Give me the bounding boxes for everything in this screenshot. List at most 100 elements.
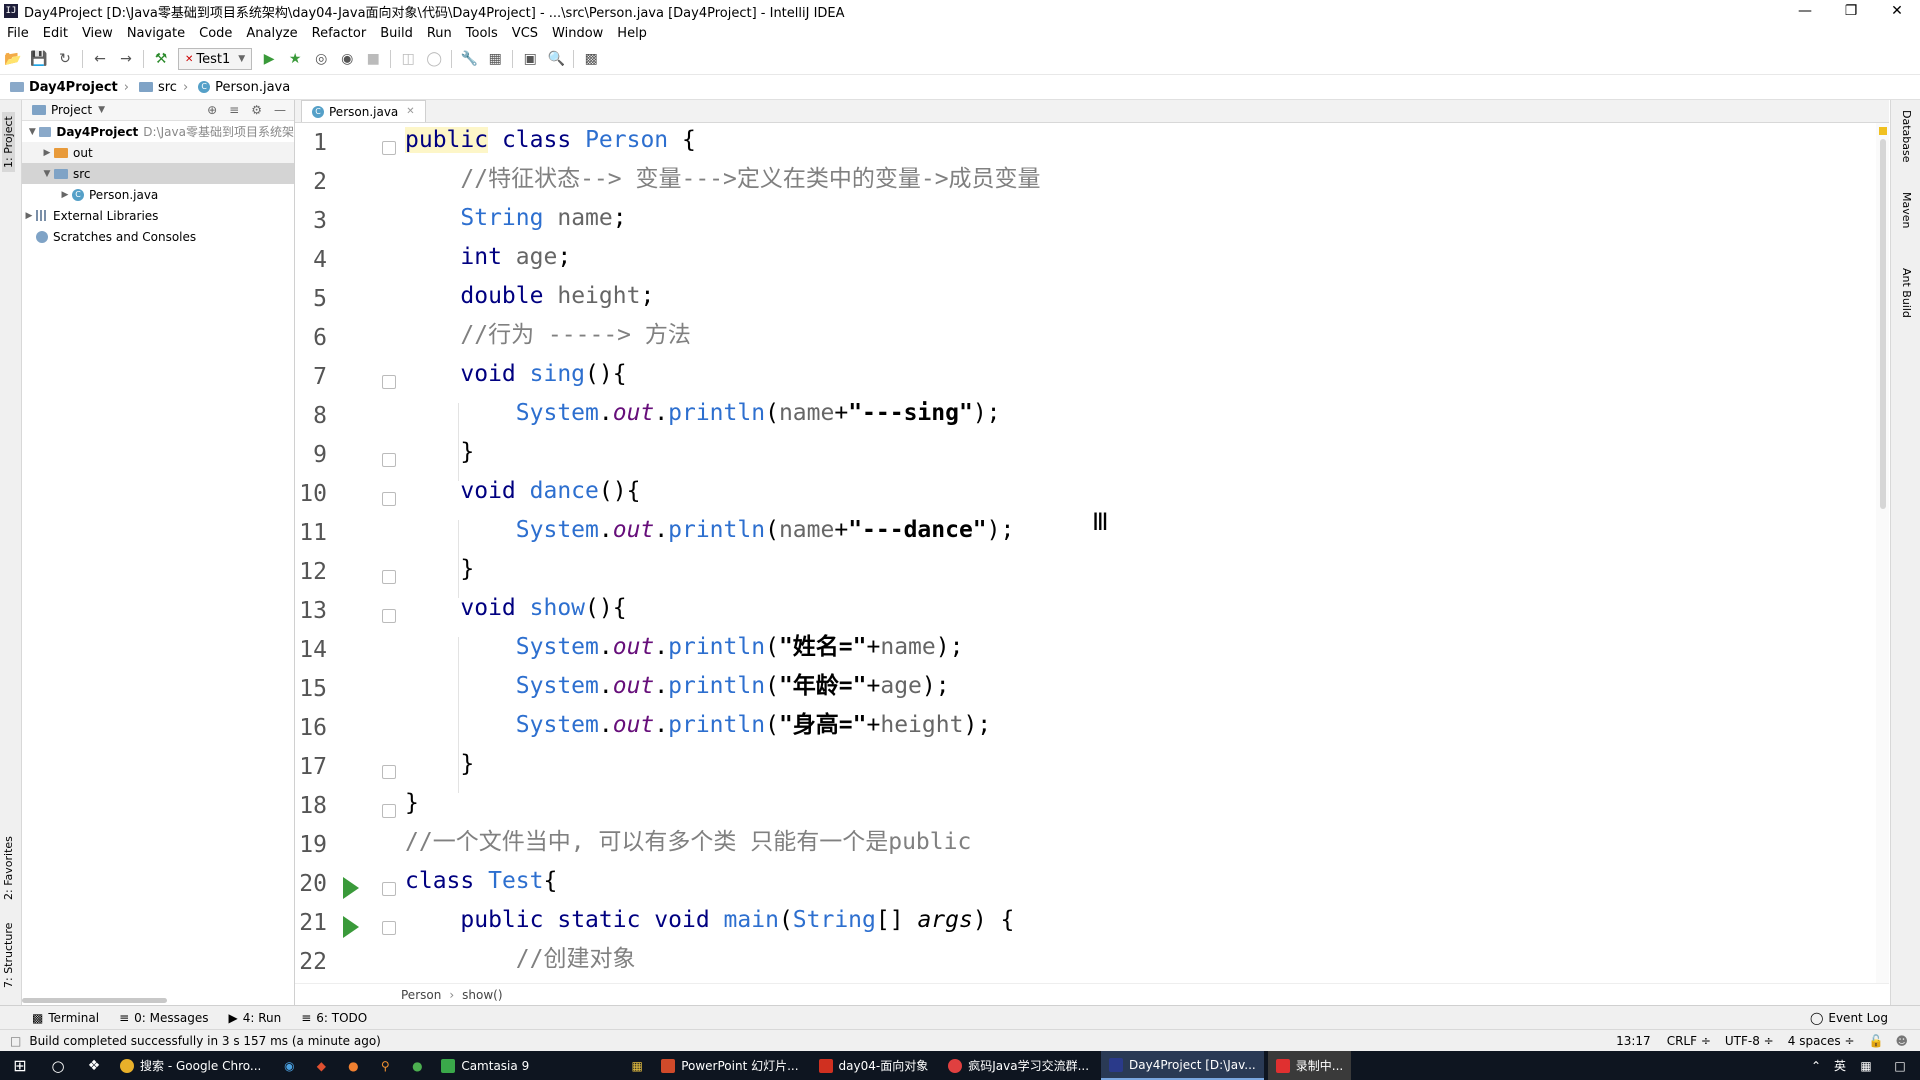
taskbar-recorder[interactable]: 录制中... [1267,1051,1352,1080]
status-toggle-icon[interactable]: □ [10,1034,21,1048]
code-line[interactable]: class Test{ [405,863,557,899]
collapsed-arrow-icon[interactable]: ▶ [22,211,36,221]
build-hammer-icon[interactable]: ⚒ [150,48,172,70]
taskbar-powerpoint[interactable]: PowerPoint 幻灯片... [653,1051,806,1080]
stop-icon[interactable]: ■ [362,48,384,70]
menu-view[interactable]: View [75,26,120,41]
forward-arrow-icon[interactable]: → [115,48,137,70]
ant-build-tool-button[interactable]: Ant Build [1900,268,1913,318]
task-view-icon[interactable]: ❖ [76,1058,112,1074]
firefox-icon[interactable]: ● [337,1059,369,1073]
expanded-arrow-icon[interactable]: ▼ [40,169,54,179]
line-number[interactable]: 9 [295,442,327,468]
project-view-select[interactable]: Project [51,103,92,117]
open-folder-icon[interactable]: 📂 [2,48,24,70]
notification-icon[interactable]: □ [1880,1059,1920,1073]
taskbar-intellij[interactable]: Day4Project [D:\Jav... [1101,1051,1264,1080]
restore-button[interactable]: ❐ [1828,0,1874,22]
code-line[interactable]: void dance(){ [405,473,640,509]
taskbar-camtasia[interactable]: Camtasia 9 [433,1051,537,1080]
line-number[interactable]: 1 [295,130,327,156]
caret-position[interactable]: 13:17 [1616,1034,1651,1048]
coverage-icon[interactable]: ◎ [310,48,332,70]
locate-file-icon[interactable]: ⊕ [207,103,217,117]
menu-code[interactable]: Code [192,26,239,41]
line-number[interactable]: 10 [295,481,327,507]
line-number[interactable]: 6 [295,325,327,351]
back-arrow-icon[interactable]: ← [89,48,111,70]
tray-chevron-icon[interactable]: ⌃ [1804,1059,1828,1073]
code-line[interactable]: } [405,551,474,587]
favorites-tool-button[interactable]: 2: Favorites [2,836,15,900]
nav-file[interactable]: C Person.java [198,80,290,95]
line-number[interactable]: 15 [295,676,327,702]
fold-marker-icon[interactable] [382,570,396,584]
taskbar-qq-group[interactable]: 疯码Java学习交流群... [940,1051,1097,1080]
menu-navigate[interactable]: Navigate [120,26,192,41]
fold-marker-icon[interactable] [382,141,396,155]
line-number[interactable]: 11 [295,520,327,546]
fold-marker-icon[interactable] [382,375,396,389]
menu-build[interactable]: Build [373,26,420,41]
fold-marker-icon[interactable] [382,804,396,818]
line-number[interactable]: 21 [295,910,327,936]
menu-refactor[interactable]: Refactor [305,26,374,41]
vcs-icon[interactable]: ◯ [423,48,445,70]
line-number[interactable]: 8 [295,403,327,429]
hide-panel-icon[interactable]: — [274,103,286,117]
profile-icon[interactable]: ◉ [336,48,358,70]
messages-tool-button[interactable]: ≡ 0: Messages [119,1011,208,1025]
search-icon[interactable]: 🔍 [545,48,567,70]
line-number[interactable]: 18 [295,793,327,819]
minimize-button[interactable]: — [1782,0,1828,22]
project-tool-button[interactable]: 1: Project [2,112,15,172]
run-gutter-icon[interactable] [343,916,359,938]
fold-marker-icon[interactable] [382,765,396,779]
lock-icon[interactable]: 🔓 [1869,1034,1884,1048]
line-number[interactable]: 19 [295,832,327,858]
run-icon[interactable]: ▶ [258,48,280,70]
structure-tool-button[interactable]: 7: Structure [2,923,15,988]
fold-marker-icon[interactable] [382,492,396,506]
horizontal-scrollbar[interactable] [22,998,167,1003]
app-red-icon[interactable]: ◆ [305,1059,337,1073]
code-line[interactable]: System.out.println(name+"---sing"); [405,395,1001,431]
search-app-icon[interactable]: ⚲ [369,1059,401,1073]
vertical-scrollbar-thumb[interactable] [1880,139,1886,509]
error-stripe[interactable] [1876,123,1889,983]
tree-item-external-libraries[interactable]: ▶ External Libraries [22,205,294,226]
menu-edit[interactable]: Edit [36,26,75,41]
code-line[interactable]: //行为 -----> 方法 [405,317,690,353]
code-line[interactable]: //特征状态--> 变量--->定义在类中的变量->成员变量 [405,161,1040,197]
code-line[interactable]: //一个文件当中, 可以有多个类 只能有一个是public [405,824,971,860]
code-line[interactable]: double height; [405,278,654,314]
line-number[interactable]: 20 [295,871,327,897]
event-log-button[interactable]: ◯ Event Log [1810,1011,1888,1025]
file-encoding[interactable]: UTF-8 ÷ [1725,1034,1774,1048]
fold-marker-icon[interactable] [382,921,396,935]
code-editor[interactable]: public class Person { //特征状态--> 变量--->定义… [405,123,1885,983]
breadcrumb-method[interactable]: show() [462,988,502,1002]
run-configuration-select[interactable]: ✕ Test1 ▼ [178,48,253,70]
chevron-down-icon[interactable]: ▼ [98,105,105,115]
code-line[interactable]: void sing(){ [405,356,626,392]
windows-start-icon[interactable]: ⊞ [0,1056,40,1075]
nav-src[interactable]: src [138,80,177,95]
expanded-arrow-icon[interactable]: ▼ [26,127,39,137]
status-message[interactable]: Build completed successfully in 3 s 157 … [29,1034,381,1048]
line-separator[interactable]: CRLF ÷ [1667,1034,1711,1048]
line-number[interactable]: 12 [295,559,327,585]
line-number[interactable]: 16 [295,715,327,741]
debug-icon[interactable]: ★ [284,48,306,70]
breadcrumb-class[interactable]: Person [401,988,441,1002]
search-icon[interactable]: ○ [40,1057,76,1075]
run-gutter-icon[interactable] [343,877,359,899]
run-tool-button[interactable]: ▶ 4: Run [228,1011,281,1025]
line-number[interactable]: 2 [295,169,327,195]
code-line[interactable]: void show(){ [405,590,626,626]
collapse-all-icon[interactable]: ≡ [229,103,239,117]
menu-tools[interactable]: Tools [459,26,505,41]
line-number[interactable]: 7 [295,364,327,390]
save-all-icon[interactable]: 💾 [28,48,50,70]
fold-marker-icon[interactable] [382,453,396,467]
